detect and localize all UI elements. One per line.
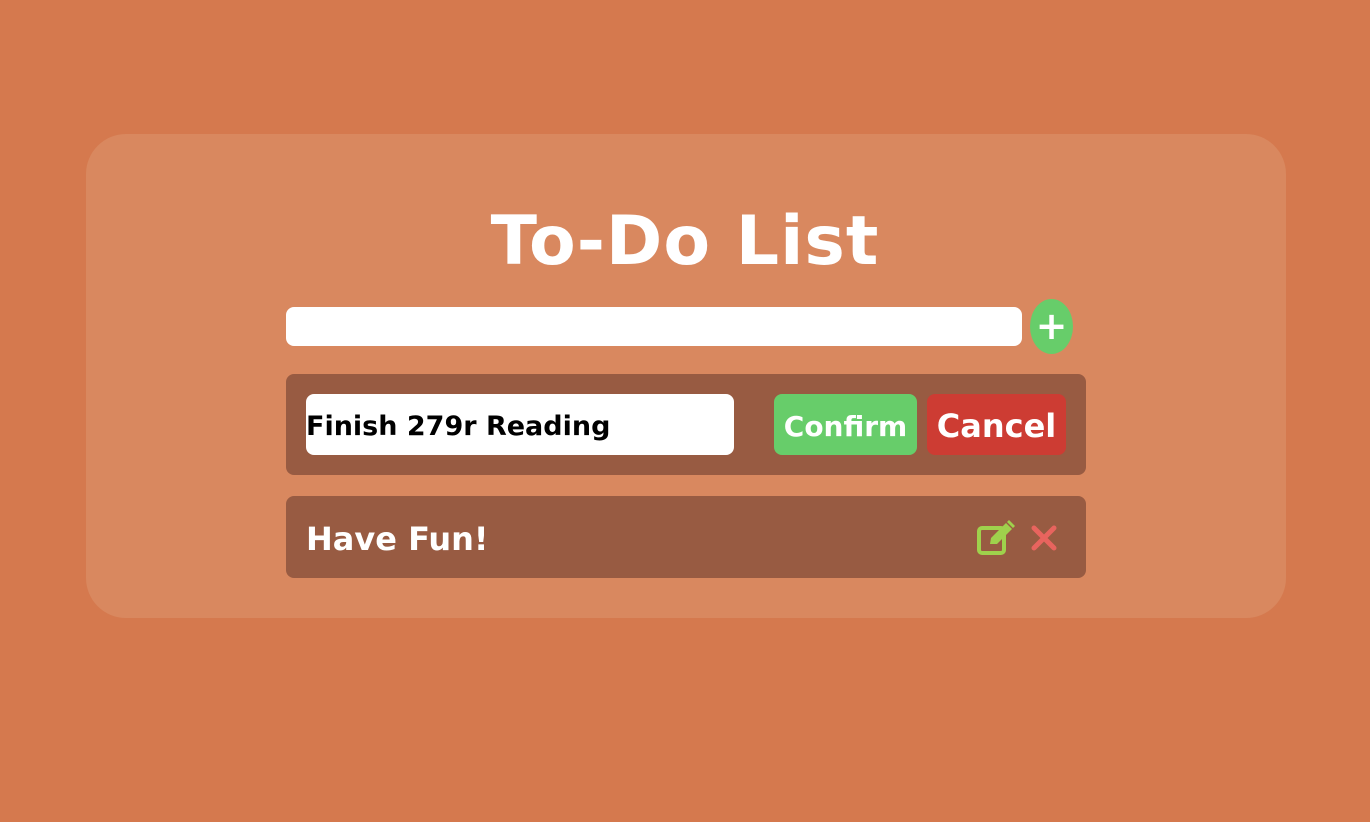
add-task-button[interactable]: + xyxy=(1030,299,1073,354)
task-row: Have Fun! xyxy=(286,496,1086,578)
cancel-button[interactable]: Cancel xyxy=(927,394,1066,455)
new-task-input[interactable] xyxy=(286,307,1022,346)
plus-icon: + xyxy=(1035,304,1068,348)
page-title: To-Do List xyxy=(490,202,880,281)
pencil-square-icon[interactable] xyxy=(976,520,1016,556)
edit-task-input[interactable]: Finish 279r Reading xyxy=(306,394,734,455)
task-row-editing: Finish 279r Reading Confirm Cancel xyxy=(286,374,1086,475)
task-label: Have Fun! xyxy=(306,520,489,558)
confirm-button[interactable]: Confirm xyxy=(774,394,917,455)
close-icon[interactable] xyxy=(1030,524,1058,552)
